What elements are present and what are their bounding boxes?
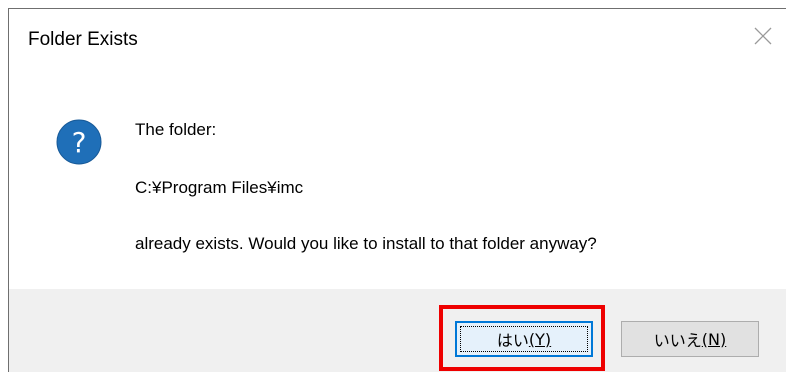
close-button[interactable] <box>746 19 780 53</box>
dialog-title: Folder Exists <box>28 29 138 50</box>
title-bar: Folder Exists <box>9 9 786 71</box>
focus-ring <box>460 326 588 352</box>
folder-exists-dialog: Folder Exists ? The folder: C:¥Program F… <box>8 8 786 372</box>
message-area: ? The folder: C:¥Program Files¥imc alrea… <box>9 71 786 289</box>
yes-button[interactable]: はい (Y) <box>455 321 593 357</box>
no-button-accelerator: (N) <box>701 329 727 349</box>
message-line-folder-path: C:¥Program Files¥imc <box>135 178 304 197</box>
no-button-label: いいえ <box>653 331 702 350</box>
message-line-folder-label: The folder: <box>135 120 217 139</box>
close-icon <box>754 27 772 45</box>
button-bar: はい (Y) いいえ (N) <box>9 289 786 372</box>
no-button[interactable]: いいえ (N) <box>621 321 759 357</box>
message-line-question: already exists. Would you like to instal… <box>135 234 597 253</box>
svg-text:?: ? <box>72 126 87 159</box>
question-icon: ? <box>56 119 102 165</box>
